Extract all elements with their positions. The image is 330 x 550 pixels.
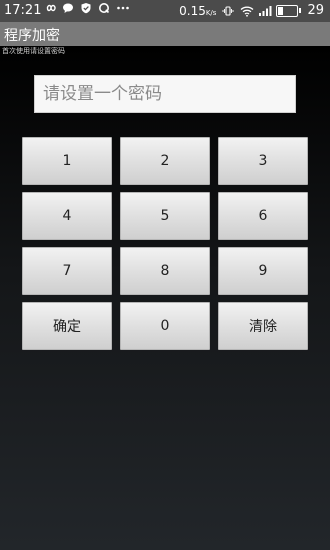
key-7[interactable]: 7 <box>22 247 112 295</box>
chat-bubble-icon <box>62 2 74 14</box>
key-4[interactable]: 4 <box>22 192 112 240</box>
key-0[interactable]: 0 <box>120 302 210 350</box>
battery-level: 29 <box>307 3 324 18</box>
key-1[interactable]: 1 <box>22 137 112 185</box>
shield-check-icon <box>80 2 92 14</box>
battery-icon <box>276 4 302 17</box>
key-2[interactable]: 2 <box>120 137 210 185</box>
setup-hint: 首次使用请设置密码 <box>2 47 65 55</box>
network-speed: 0.15K/s <box>179 3 217 18</box>
network-speed-unit: K/s <box>205 8 217 17</box>
keypad: 1 2 3 4 5 6 7 8 9 确定 0 清除 <box>22 137 308 350</box>
page-title: 程序加密 <box>4 28 60 44</box>
main-content: 首次使用请设置密码 1 2 3 4 5 6 7 8 9 确定 0 清除 <box>0 46 330 550</box>
battery-fill <box>278 6 284 15</box>
more-dots-icon <box>116 2 129 14</box>
confirm-button[interactable]: 确定 <box>22 302 112 350</box>
status-right: 0.15K/s 29 <box>179 3 324 18</box>
status-time: 17:21 <box>4 3 42 18</box>
app-screen: 17:21 0.15K/s 29 程序加密 首次使用请设置密码 请设置一个密码 … <box>0 0 330 550</box>
vibrate-icon <box>222 5 234 17</box>
password-input[interactable] <box>35 76 295 112</box>
key-9[interactable]: 9 <box>218 247 308 295</box>
wifi-icon <box>240 5 254 17</box>
signal-icon <box>258 5 272 17</box>
infinity-icon <box>44 2 56 14</box>
key-8[interactable]: 8 <box>120 247 210 295</box>
key-5[interactable]: 5 <box>120 192 210 240</box>
title-bar: 程序加密 <box>0 22 330 46</box>
q-app-icon <box>98 2 110 14</box>
status-bar: 17:21 0.15K/s 29 <box>0 0 330 22</box>
clear-button[interactable]: 清除 <box>218 302 308 350</box>
notification-icons <box>44 2 129 14</box>
key-3[interactable]: 3 <box>218 137 308 185</box>
key-6[interactable]: 6 <box>218 192 308 240</box>
password-field-container <box>34 75 296 113</box>
